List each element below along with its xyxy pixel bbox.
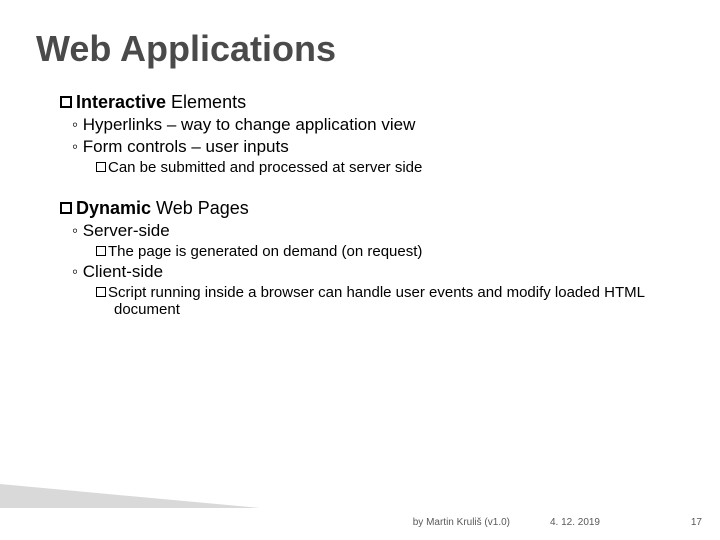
square-bullet-icon	[96, 287, 106, 297]
footer-page-number: 17	[691, 517, 702, 528]
bullet-dynamic-web-pages: Dynamic Web Pages	[60, 198, 684, 219]
footer-date: 4. 12. 2019	[550, 517, 600, 528]
sub-sub-text: Script running inside a browser can hand…	[108, 284, 644, 318]
sub-bullet: Client-side	[60, 262, 684, 282]
sub-sub-bullet: The page is generated on demand (on requ…	[78, 243, 684, 260]
decorative-wedge	[0, 484, 260, 508]
square-bullet-icon	[96, 162, 106, 172]
square-bullet-icon	[60, 96, 72, 108]
sub-bullet: Hyperlinks – way to change application v…	[60, 115, 684, 135]
sub-bullet: Form controls – user inputs	[60, 137, 684, 157]
sub-sub-text: The page is generated on demand (on requ…	[108, 243, 422, 260]
sub-sub-bullet: Script running inside a browser can hand…	[78, 284, 684, 318]
footer-byline: by Martin Kruliš (v1.0)	[413, 517, 510, 528]
sub-sub-text: Can be submitted and processed at server…	[108, 159, 422, 176]
bullet-interactive-elements: Interactive Elements	[60, 92, 684, 113]
bullet-head-bold: Dynamic	[76, 198, 151, 218]
sub-sub-bullet: Can be submitted and processed at server…	[78, 159, 684, 176]
slide: Web Applications Interactive Elements Hy…	[0, 0, 720, 540]
sub-bullet: Server-side	[60, 221, 684, 241]
slide-title: Web Applications	[36, 28, 684, 70]
square-bullet-icon	[96, 246, 106, 256]
bullet-head-rest: Web Pages	[151, 198, 249, 218]
bullet-head-rest: Elements	[166, 92, 246, 112]
square-bullet-icon	[60, 202, 72, 214]
slide-body: Interactive Elements Hyperlinks – way to…	[36, 92, 684, 318]
bullet-head-bold: Interactive	[76, 92, 166, 112]
